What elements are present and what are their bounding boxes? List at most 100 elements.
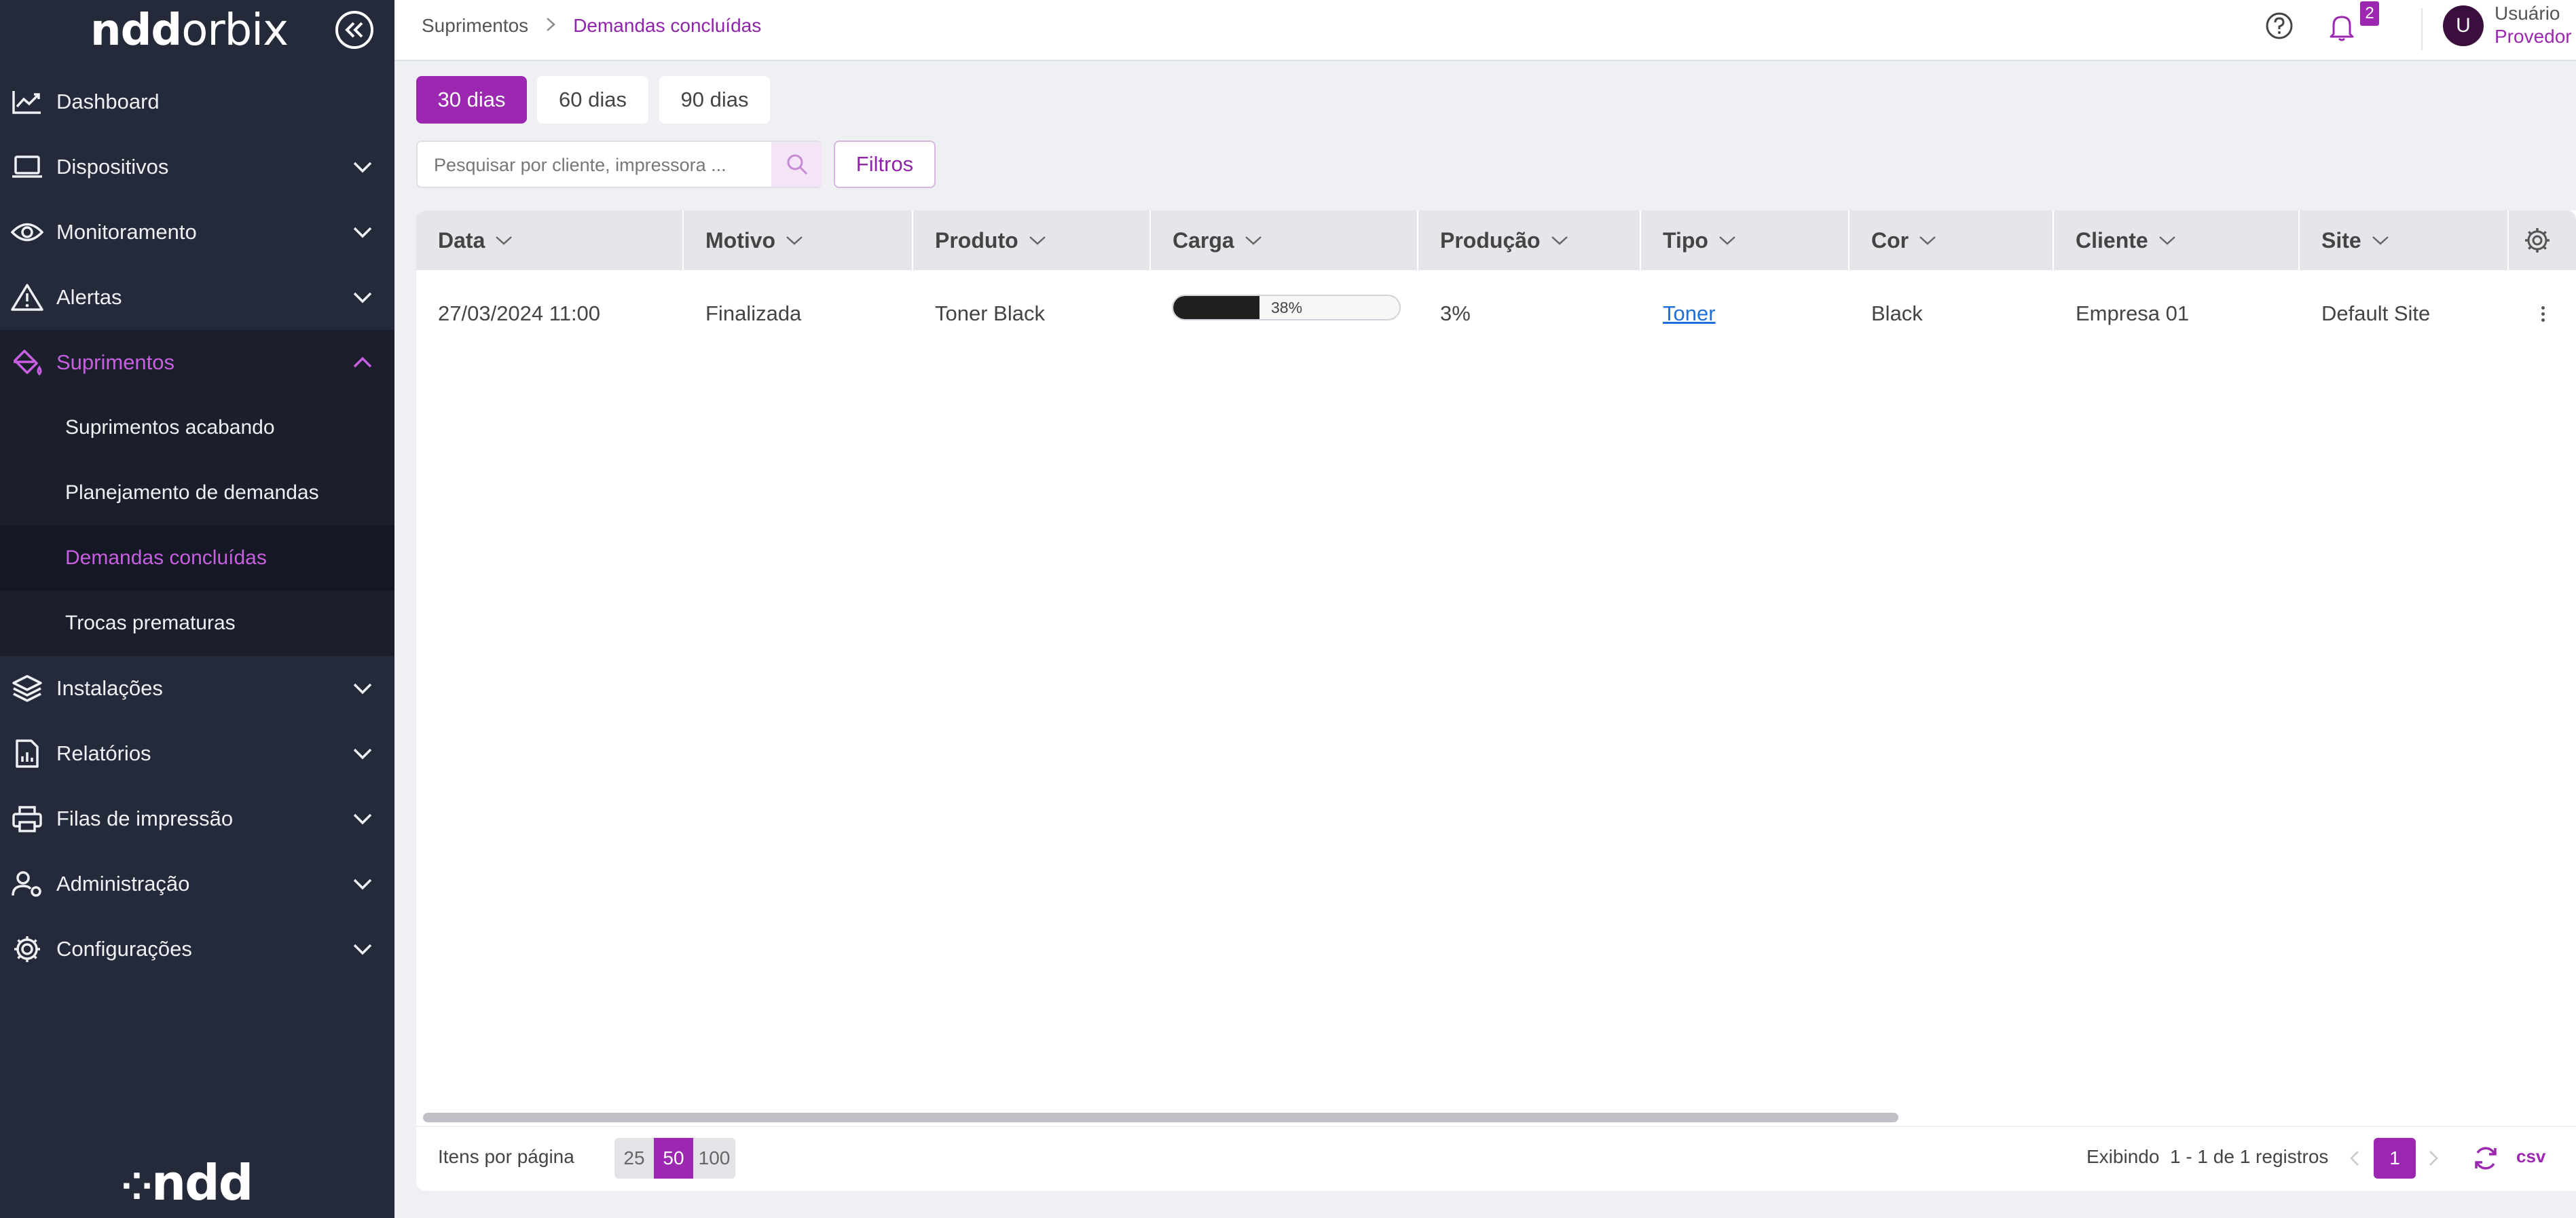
sidebar-item-label: Dispositivos	[56, 155, 169, 179]
cell-site: Default Site	[2321, 301, 2431, 325]
column-header-data[interactable]: Data	[416, 210, 684, 270]
column-header-motivo[interactable]: Motivo	[684, 210, 913, 270]
sidebar-subitem-suprimentos-acabando[interactable]: Suprimentos acabando	[0, 395, 394, 460]
column-header-site[interactable]: Site	[2300, 210, 2509, 270]
sidebar-subitem-planejamento-demandas[interactable]: Planejamento de demandas	[0, 460, 394, 525]
breadcrumb-item-suprimentos[interactable]: Suprimentos	[422, 15, 528, 37]
chevron-left-icon	[2350, 1151, 2359, 1166]
sidebar-item-instalacoes[interactable]: Instalações	[0, 656, 394, 721]
chevron-down-icon	[350, 676, 375, 701]
chart-line-icon	[10, 84, 45, 119]
user-role: Provedor	[2495, 26, 2572, 47]
layers-icon	[10, 671, 45, 706]
per-page-selector: 25 50 100	[614, 1138, 735, 1179]
sort-chevron-icon	[1918, 235, 1937, 246]
user-name[interactable]: Usuário	[2495, 3, 2560, 24]
double-chevron-left-icon	[345, 22, 363, 38]
load-progress-bar: 38%	[1172, 295, 1401, 320]
column-header-producao[interactable]: Produção	[1418, 210, 1641, 270]
column-settings-button[interactable]	[2521, 224, 2554, 257]
per-page-option-25[interactable]: 25	[614, 1138, 654, 1179]
laptop-icon	[10, 149, 45, 185]
sidebar-item-label: Monitoramento	[56, 220, 197, 244]
avatar[interactable]: U	[2443, 5, 2484, 46]
gear-icon	[2525, 228, 2550, 253]
breadcrumb: Suprimentos Demandas concluídas	[422, 15, 761, 37]
gear-icon	[10, 931, 45, 967]
column-header-cliente[interactable]: Cliente	[2054, 210, 2300, 270]
breadcrumb-item-current: Demandas concluídas	[573, 15, 762, 36]
chevron-down-icon	[350, 285, 375, 310]
ndd-mark-icon: ⁘	[121, 1165, 153, 1209]
next-page-button[interactable]	[2423, 1145, 2444, 1172]
row-actions-menu-icon[interactable]	[2535, 297, 2551, 330]
filters-button[interactable]: Filtros	[834, 141, 936, 188]
user-gear-icon	[10, 866, 45, 902]
sidebar-item-dashboard[interactable]: Dashboard	[0, 69, 394, 134]
column-header-carga[interactable]: Carga	[1151, 210, 1418, 270]
footer-logo: ⁘ndd	[121, 1154, 253, 1211]
sidebar-subitem-label: Planejamento de demandas	[65, 481, 319, 504]
sidebar-item-dispositivos[interactable]: Dispositivos	[0, 134, 394, 200]
previous-page-button[interactable]	[2344, 1145, 2365, 1172]
per-page-option-50[interactable]: 50	[654, 1138, 693, 1179]
tab-90-dias[interactable]: 90 dias	[659, 76, 770, 124]
sidebar-subitem-label: Trocas prematuras	[65, 612, 236, 634]
cell-tipo: Toner	[1641, 270, 1850, 357]
sidebar-item-filas-impressao[interactable]: Filas de impressão	[0, 786, 394, 851]
sidebar-item-administracao[interactable]: Administração	[0, 851, 394, 917]
report-icon	[10, 736, 45, 771]
data-table: Data Motivo Produto Carga Produção Tipo …	[416, 210, 2576, 1191]
divider	[2421, 8, 2423, 50]
sidebar-item-label: Instalações	[56, 676, 163, 700]
tab-30-dias[interactable]: 30 dias	[416, 76, 527, 124]
sidebar-item-label: Dashboard	[56, 90, 160, 113]
sidebar-item-suprimentos[interactable]: Suprimentos	[0, 330, 394, 395]
refresh-icon	[2475, 1147, 2497, 1170]
column-header-tipo[interactable]: Tipo	[1641, 210, 1850, 270]
chevron-up-icon	[350, 350, 375, 375]
page-button-current[interactable]: 1	[2374, 1138, 2416, 1179]
sort-chevron-icon	[494, 235, 513, 246]
cell-data: 27/03/2024 11:00	[438, 301, 601, 325]
table-header: Data Motivo Produto Carga Produção Tipo …	[416, 210, 2576, 270]
cell-produto: Toner Black	[935, 301, 1045, 325]
per-page-option-100[interactable]: 100	[693, 1138, 735, 1179]
chevron-down-icon	[350, 155, 375, 179]
refresh-button[interactable]	[2469, 1142, 2502, 1175]
sidebar-item-monitoramento[interactable]: Monitoramento	[0, 200, 394, 265]
ink-bucket-icon	[10, 345, 45, 380]
tipo-link[interactable]: Toner	[1663, 301, 1716, 325]
help-button[interactable]	[2263, 10, 2296, 42]
tab-60-dias[interactable]: 60 dias	[537, 76, 648, 124]
chevron-right-icon	[2429, 1151, 2438, 1166]
chevron-down-icon	[350, 807, 375, 831]
search-input[interactable]	[434, 151, 760, 179]
collapse-sidebar-button[interactable]	[335, 11, 373, 49]
warning-icon	[10, 280, 45, 315]
sidebar-subitem-label: Demandas concluídas	[65, 547, 267, 569]
sidebar-item-relatorios[interactable]: Relatórios	[0, 721, 394, 786]
sidebar-subitem-label: Suprimentos acabando	[65, 416, 275, 439]
cell-motivo: Finalizada	[705, 301, 802, 325]
export-csv-button[interactable]: csv	[2516, 1146, 2545, 1167]
column-header-produto[interactable]: Produto	[913, 210, 1151, 270]
notifications-button[interactable]	[2324, 10, 2359, 45]
search-button[interactable]	[771, 142, 822, 187]
sidebar: nddorbix Dashboard Dispositivos Monitora…	[0, 0, 394, 1218]
search-box	[416, 141, 822, 188]
column-header-cor[interactable]: Cor	[1850, 210, 2054, 270]
records-count: Exibindo 1 - 1 de 1 registros	[2086, 1146, 2329, 1167]
sidebar-item-label: Filas de impressão	[56, 807, 234, 830]
load-percentage: 38%	[1271, 299, 1303, 316]
sidebar-subitem-demandas-concluidas[interactable]: Demandas concluídas	[0, 525, 394, 591]
horizontal-scrollbar[interactable]	[423, 1113, 1898, 1122]
sidebar-subitem-trocas-prematuras[interactable]: Trocas prematuras	[0, 591, 394, 656]
sidebar-item-label: Configurações	[56, 937, 192, 961]
sort-chevron-icon	[2158, 235, 2177, 246]
per-page-label: Itens por página	[438, 1146, 574, 1167]
sidebar-item-configuracoes[interactable]: Configurações	[0, 917, 394, 982]
sidebar-item-alertas[interactable]: Alertas	[0, 265, 394, 330]
chevron-down-icon	[350, 937, 375, 961]
sort-chevron-icon	[1244, 235, 1263, 246]
